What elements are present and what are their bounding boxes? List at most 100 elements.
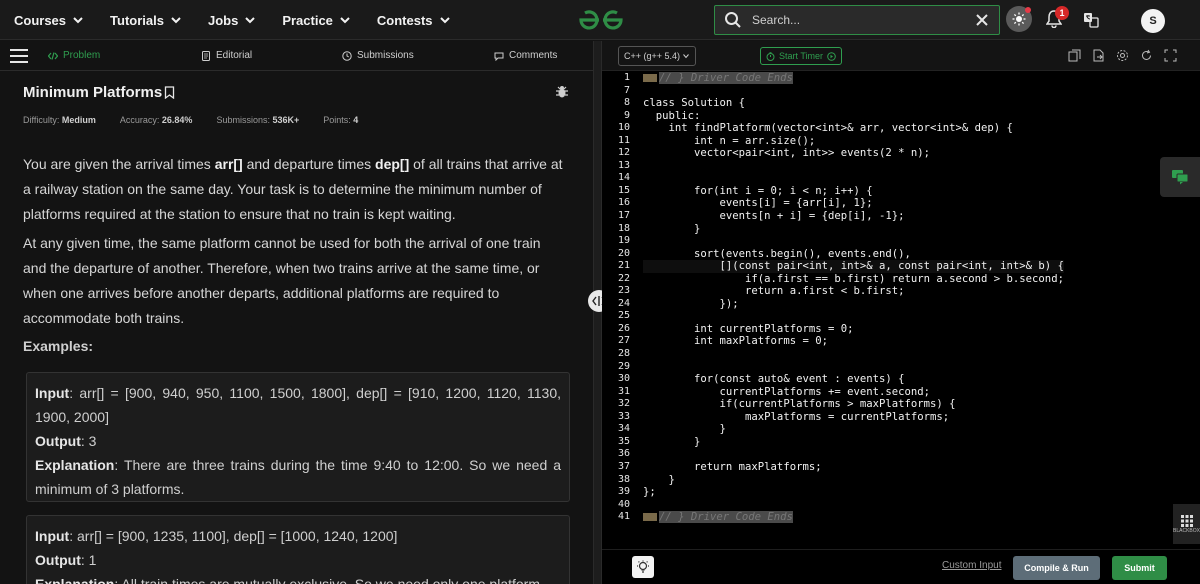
tab-editorial[interactable]: Editorial	[201, 50, 252, 61]
chevron-down-icon	[340, 17, 350, 24]
chevron-down-icon	[73, 17, 83, 24]
code-line: return maxPlatforms;	[643, 460, 822, 473]
theme-toggle-button[interactable]	[1006, 6, 1032, 32]
code-line: if(a.first == b.first) return a.second >…	[643, 272, 1064, 285]
nav-courses[interactable]: Courses	[14, 13, 84, 28]
code-line: events[i] = {arr[i], 1};	[643, 197, 873, 210]
line-number: 30	[617, 373, 630, 385]
code-line: currentPlatforms += event.second;	[643, 385, 931, 398]
line-number: 12	[617, 147, 630, 159]
lightbulb-icon	[637, 560, 649, 573]
avatar[interactable]: S	[1141, 9, 1165, 33]
submissions-count: Submissions: 536K+	[216, 115, 300, 125]
nav-contests[interactable]: Contests	[377, 13, 451, 28]
nav-contests-label: Contests	[376, 12, 433, 28]
fullscreen-icon[interactable]	[1164, 49, 1177, 62]
submit-button[interactable]: Submit	[1112, 556, 1167, 580]
example-1-explanation: Explanation: There are three trains duri…	[35, 457, 561, 497]
folded-block-icon[interactable]	[643, 513, 657, 522]
timer-icon	[766, 51, 775, 61]
editor-actions	[1068, 49, 1177, 62]
line-number: 8	[623, 97, 630, 109]
gfg-logo[interactable]	[575, 7, 627, 33]
line-number: 41	[617, 511, 630, 523]
bug-report-icon[interactable]	[555, 85, 569, 99]
nav-practice[interactable]: Practice	[282, 13, 351, 28]
code-editor[interactable]: 1 7 8 9 10 11 12 13 14 15 16 17 18 19 20…	[602, 72, 1200, 547]
code-line: int n = arr.size();	[643, 134, 816, 147]
language-select[interactable]: C++ (g++ 5.4)	[618, 46, 696, 66]
accuracy: Accuracy: 26.84%	[119, 115, 193, 125]
chat-icon	[1172, 170, 1189, 185]
line-number: 37	[617, 460, 630, 472]
document-icon	[202, 50, 210, 61]
language-label: C++ (g++ 5.4)	[624, 51, 681, 61]
code-line: });	[643, 297, 739, 310]
tab-problem[interactable]: Problem	[48, 50, 100, 61]
chevron-down-icon	[683, 54, 689, 59]
line-number: 33	[617, 410, 630, 422]
bookmark-icon[interactable]	[164, 86, 175, 99]
line-number: 21	[617, 260, 630, 272]
line-number: 9	[623, 109, 630, 121]
nav-jobs[interactable]: Jobs	[208, 13, 256, 28]
code-line: int findPlatform(vector<int>& arr, vecto…	[643, 122, 1013, 135]
start-timer-button[interactable]: Start Timer	[760, 47, 843, 65]
search-input[interactable]: Search...	[752, 13, 975, 27]
search-icon	[725, 12, 741, 28]
line-number: 29	[617, 360, 630, 372]
line-number: 27	[617, 335, 630, 347]
tab-submissions-label: Submissions	[357, 50, 414, 61]
blackbox-widget[interactable]: BLACKBOX	[1173, 504, 1200, 544]
line-number: 22	[617, 272, 630, 284]
line-number: 32	[617, 398, 630, 410]
code-lines[interactable]: // } Driver Code Ends class Solution { p…	[643, 72, 1064, 524]
example-box-1: Input: arr[] = [900, 940, 950, 1100, 150…	[26, 372, 570, 502]
line-number: 20	[617, 247, 630, 259]
settings-icon[interactable]	[1116, 49, 1129, 62]
nav-jobs-label: Jobs	[207, 12, 239, 28]
difficulty: Difficulty: Medium	[23, 115, 96, 125]
tab-comments[interactable]: Comments	[494, 50, 557, 61]
line-number: 24	[617, 297, 630, 309]
file-export-icon[interactable]	[1092, 49, 1105, 62]
hint-button[interactable]	[632, 556, 654, 578]
nav-practice-label: Practice	[282, 12, 333, 28]
line-number: 13	[617, 159, 630, 171]
example-1-input: Input: arr[] = [900, 940, 950, 1100, 150…	[35, 385, 561, 425]
code-line: }	[643, 473, 675, 486]
editor-toolbar: C++ (g++ 5.4) Start Timer	[602, 41, 1200, 71]
tab-submissions[interactable]: Submissions	[342, 50, 414, 61]
translate-icon[interactable]	[1083, 12, 1099, 28]
line-number: 7	[623, 84, 630, 96]
folded-block-icon[interactable]	[643, 74, 657, 82]
code-line: return a.first < b.first;	[643, 285, 905, 298]
chat-button[interactable]	[1160, 157, 1200, 197]
panel-divider[interactable]	[593, 41, 602, 584]
blackbox-logo-icon	[1180, 515, 1193, 527]
search-bar[interactable]: Search...	[714, 5, 1000, 35]
menu-icon[interactable]	[10, 48, 28, 63]
line-number: 35	[617, 435, 630, 447]
code-line: for(const auto& event : events) {	[643, 373, 905, 386]
main-menu: Courses Tutorials Jobs Practice Contests	[12, 0, 475, 40]
line-number: 40	[617, 498, 630, 510]
copy-icon[interactable]	[1068, 49, 1081, 62]
editor-panel: C++ (g++ 5.4) Start Timer 1 7 8 9 10 11 …	[602, 41, 1200, 584]
compile-run-button[interactable]: Compile & Run	[1013, 556, 1100, 580]
problem-title-text: Minimum Platforms	[23, 84, 163, 101]
code-line: }	[643, 423, 726, 436]
code-line: events[n + i] = {dep[i], -1};	[643, 210, 905, 223]
nav-courses-label: Courses	[14, 12, 67, 28]
code-line: class Solution {	[643, 97, 746, 110]
code-line: for(int i = 0; i < n; i++) {	[643, 184, 873, 197]
line-number: 14	[617, 172, 630, 184]
nav-tutorials[interactable]: Tutorials	[110, 13, 182, 28]
code-line: maxPlatforms = currentPlatforms;	[643, 410, 950, 423]
close-icon[interactable]	[975, 13, 989, 27]
custom-input-link[interactable]: Custom Input	[942, 560, 1001, 571]
code-line: }	[643, 435, 701, 448]
reset-icon[interactable]	[1140, 49, 1153, 62]
